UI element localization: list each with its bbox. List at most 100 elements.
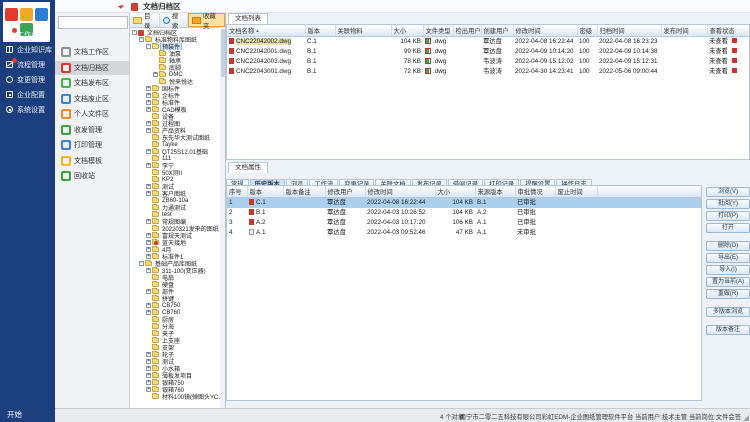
history-button-9[interactable]: 重做(R) (706, 289, 750, 299)
file-row[interactable]: CNC22042001.dwgB.199 KB.dwg覃达盘2022-04-09… (227, 47, 750, 57)
tree-node[interactable]: +CB760 (130, 309, 220, 316)
tree-node[interactable]: -标准物料库图纸 (130, 36, 220, 43)
nav-item-9[interactable]: 回收站 (55, 169, 129, 183)
tree-expand-icon[interactable]: + (146, 163, 151, 168)
tree-node[interactable]: +部件 (130, 288, 220, 295)
tree-node[interactable]: +银箱750 (130, 379, 220, 386)
tree-node[interactable]: +测试 (130, 183, 220, 190)
tree-expand-icon[interactable]: + (146, 233, 151, 238)
nav-item-6[interactable]: 收发管理 (55, 123, 129, 137)
tree-node[interactable]: 20220321发来的图纸 (130, 225, 220, 232)
tree-expand-icon[interactable]: + (146, 107, 151, 112)
tree-node[interactable]: 支架 (130, 344, 220, 351)
sidebar-item-1[interactable]: 工作台 (0, 27, 55, 42)
tree-expand-icon[interactable]: + (146, 366, 151, 371)
tree-node[interactable]: 油泵 (130, 50, 220, 57)
tree-expand-icon[interactable]: + (146, 100, 151, 105)
tree-expand-icon[interactable]: + (146, 93, 151, 98)
tree-expand-icon[interactable]: + (146, 352, 151, 357)
tree-node[interactable]: 轴承 (130, 57, 220, 64)
tree-expand-icon[interactable]: + (146, 380, 151, 385)
nav-item-8[interactable]: 文档模板 (55, 154, 129, 168)
tree-node[interactable]: 力通测试 (130, 204, 220, 211)
history-button-1[interactable]: 浏览(V) (706, 187, 750, 197)
history-button-8[interactable]: 置为当前(A) (706, 277, 750, 287)
tree-expand-icon[interactable]: + (146, 184, 151, 189)
tree-node[interactable]: 拼键 (130, 295, 220, 302)
history-button-6[interactable]: 导出(E) (706, 253, 750, 263)
tree-node[interactable]: +4月 (130, 246, 220, 253)
tree-node[interactable]: +企标件 (130, 92, 220, 99)
tree-expand-icon[interactable]: + (146, 359, 151, 364)
history-column-size[interactable]: 大小 (435, 186, 475, 198)
tree-node[interactable]: -基础产品库图纸 (130, 260, 220, 267)
tree-node[interactable]: +蓝天接地 (130, 239, 220, 246)
tree-node[interactable]: +富规天测试 (130, 232, 220, 239)
nav-item-2[interactable]: 文档归档区 (55, 61, 129, 75)
nav-item-1[interactable]: 文档工作区 (55, 45, 129, 59)
sidebar-item-5[interactable]: 企业配置 (0, 87, 55, 102)
tab-file-list[interactable]: 文档列表 (228, 13, 268, 24)
tree-node[interactable]: +标准件1 (130, 253, 220, 260)
tree-node[interactable]: -预装件 (130, 43, 220, 50)
tree-collapse-icon[interactable]: - (139, 261, 144, 266)
tree-node[interactable]: +CB750 (130, 302, 220, 309)
tree-expand-icon[interactable]: + (146, 247, 151, 252)
nav-item-3[interactable]: 文档发布区 (55, 76, 129, 90)
history-column-end[interactable]: 废止时间 (555, 186, 597, 198)
tree-node[interactable]: 分海 (130, 323, 220, 330)
tree-expand-icon[interactable]: + (146, 240, 151, 245)
tree-node[interactable]: +311-100(变压器) (130, 267, 220, 274)
tree-node[interactable]: 50X测II (130, 169, 220, 176)
tree-collapse-icon[interactable]: - (132, 30, 137, 35)
sidebar-item-6[interactable]: 系统设置 (0, 102, 55, 117)
tree-node[interactable]: 电扇 (130, 274, 220, 281)
tree-node[interactable]: +常规图编 (130, 218, 220, 225)
tree-node[interactable]: +CAD模板 (130, 106, 220, 113)
tree-expand-icon[interactable]: + (146, 289, 151, 294)
tree-expand-icon[interactable]: + (146, 310, 151, 315)
tree-scrollbar-thumb[interactable] (221, 29, 225, 77)
history-column-user[interactable]: 修改用户 (325, 186, 365, 198)
history-button-2[interactable]: 批阅(Y) (706, 199, 750, 209)
file-row[interactable]: CNC22043001.dwgB.172 KB.dwg韦波涛2022-04-30… (227, 67, 750, 77)
sidebar-item-4[interactable]: 变更管理 (0, 72, 55, 87)
column-header-archived[interactable]: 归档时间 (597, 25, 661, 37)
history-button-7[interactable]: 导入(I) (706, 265, 750, 275)
history-column-note[interactable]: 版本备注 (283, 186, 325, 198)
tree-toolbar-button-2[interactable]: 搜索 (160, 13, 188, 27)
tree-node[interactable]: ZB60-10a (130, 197, 220, 204)
tree-expand-icon[interactable]: + (146, 86, 151, 91)
tree-node[interactable]: +DMC (130, 71, 220, 78)
tree-node[interactable]: +标准件 (130, 99, 220, 106)
column-header-modified[interactable]: 修改时间 (513, 25, 577, 37)
history-row[interactable]: 1C.1覃达盘2022-04-08 16:22:44104 KBB.1已审批 (227, 198, 701, 209)
tree-expand-icon[interactable]: + (146, 387, 151, 392)
history-button-4[interactable]: 打开 (706, 223, 750, 233)
column-header-published[interactable]: 发布时间 (661, 25, 707, 37)
history-column-version[interactable]: 版本 (247, 186, 283, 198)
tree-node[interactable]: +小水箱 (130, 365, 220, 372)
tree-expand-icon[interactable]: + (146, 191, 151, 196)
file-row[interactable]: CNC22042002.dwgC.1104 KB.dwg覃达盘2022-04-0… (227, 37, 750, 48)
column-header-type[interactable]: 文件类型 (423, 25, 453, 37)
tree-node[interactable]: +国标件 (130, 85, 220, 92)
tree-expand-icon[interactable]: + (146, 121, 151, 126)
tree-node[interactable]: 东先华大测试图纸 (130, 134, 220, 141)
tree-expand-icon[interactable]: + (153, 72, 158, 77)
history-column-no[interactable]: 序号 (227, 186, 247, 198)
tree-node[interactable]: +银箱760 (130, 386, 220, 393)
nav-item-7[interactable]: 打印管理 (55, 138, 129, 152)
history-column-source[interactable]: 来源版本 (475, 186, 515, 198)
tree-node[interactable]: Tayke (130, 141, 220, 148)
tree-node[interactable]: 底脚 (130, 64, 220, 71)
tree-expand-icon[interactable]: + (146, 149, 151, 154)
sidebar-item-2[interactable]: 企业知识库 (0, 42, 55, 57)
tree-expand-icon[interactable]: + (146, 128, 151, 133)
tree-expand-icon[interactable]: + (146, 303, 151, 308)
tree-node[interactable]: +产品资料 (130, 127, 220, 134)
nav-item-5[interactable]: 个人文件区 (55, 107, 129, 121)
history-column-time[interactable]: 修改时间 (365, 186, 435, 198)
tree-node[interactable]: +QT25S12.01基础 (130, 148, 220, 155)
nav-search-input[interactable] (58, 16, 128, 29)
